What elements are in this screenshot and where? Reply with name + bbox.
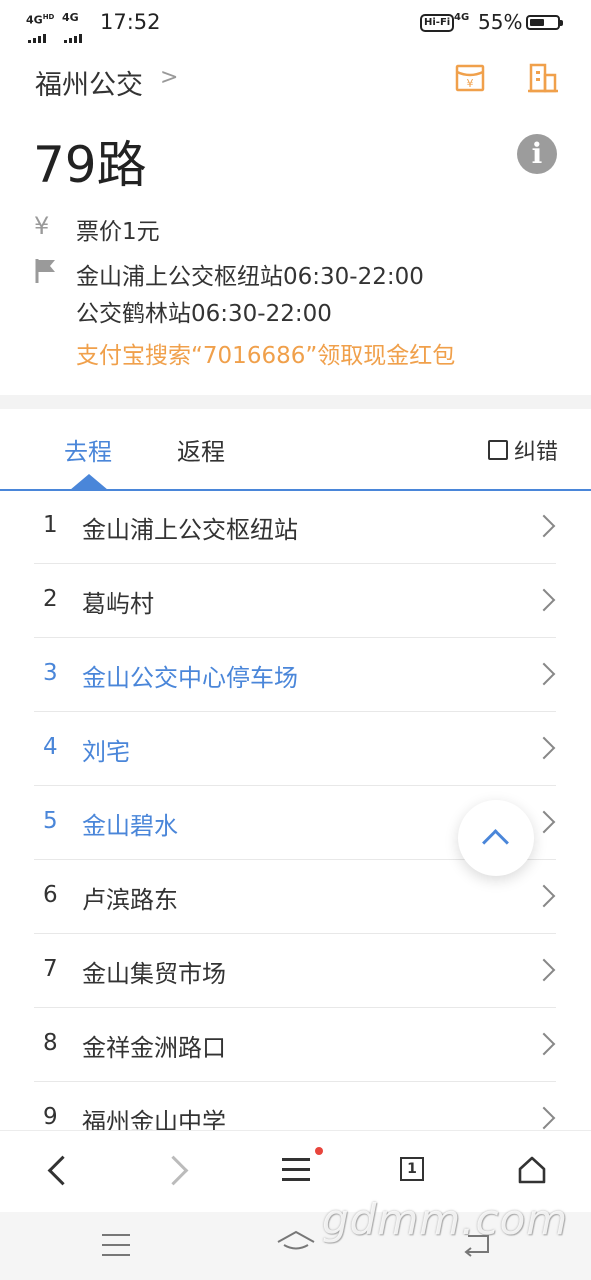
edit-icon (488, 440, 508, 460)
chevron-right-icon (532, 736, 556, 760)
flag-icon (35, 258, 57, 288)
tab-active-caret (70, 474, 108, 490)
chevron-right-icon (532, 1032, 556, 1056)
chevron-up-icon (482, 829, 509, 856)
notification-dot (315, 1147, 323, 1155)
chevron-right-icon (532, 958, 556, 982)
signal-2-bars-icon (64, 24, 84, 43)
signal-2-label: 4G (62, 11, 79, 24)
scroll-to-top-button[interactable] (458, 800, 534, 876)
stop-row[interactable]: 7 金山集贸市场 (34, 934, 556, 1008)
svg-text:¥: ¥ (467, 77, 474, 90)
stop-name: 金山公交中心停车场 (82, 664, 298, 692)
battery-icon (526, 15, 563, 30)
stop-row[interactable]: 3 金山公交中心停车场 (34, 638, 556, 712)
stop-row[interactable]: 4 刘宅 (34, 712, 556, 786)
stop-name: 金山集贸市场 (82, 960, 226, 988)
chevron-right-icon (532, 588, 556, 612)
stop-row[interactable]: 2 葛屿村 (34, 564, 556, 638)
stop-name: 葛屿村 (82, 590, 154, 618)
stop-number: 8 (43, 1030, 58, 1056)
building-icon[interactable] (528, 62, 558, 98)
city-arrow-icon[interactable]: > (160, 65, 178, 90)
chevron-right-icon (532, 662, 556, 686)
stop-number: 2 (43, 586, 58, 612)
watermark: gdmm.com (322, 1195, 569, 1244)
terminal-2-schedule: 公交鹤林站06:30-22:00 (76, 301, 332, 327)
stop-number: 5 (43, 808, 58, 834)
stop-number: 9 (43, 1104, 58, 1130)
stop-row[interactable]: 8 金祥金洲路口 (34, 1008, 556, 1082)
info-icon[interactable]: i (517, 134, 557, 174)
tab-return[interactable]: 返程 (177, 432, 225, 467)
section-divider (0, 395, 591, 409)
chevron-right-icon (532, 1106, 556, 1130)
tabs-button[interactable]: 1 (400, 1157, 424, 1181)
battery-fill (530, 19, 544, 26)
stop-number: 4 (43, 734, 58, 760)
chevron-right-icon (532, 810, 556, 834)
stop-name: 金祥金洲路口 (82, 1034, 226, 1062)
recent-apps-button[interactable] (102, 1234, 130, 1264)
stop-number: 6 (43, 882, 58, 908)
report-error-button[interactable]: 纠错 (488, 434, 558, 466)
hifi-badge: Hi-Fi (420, 14, 455, 32)
system-home-button[interactable] (276, 1228, 316, 1262)
tab-outbound[interactable]: 去程 (64, 432, 112, 467)
stop-name: 刘宅 (82, 738, 130, 766)
clock: 17:52 (100, 10, 161, 34)
city-selector[interactable]: 福州公交 (35, 63, 143, 102)
stop-number: 1 (43, 512, 58, 538)
home-button[interactable] (518, 1156, 546, 1188)
red-envelope-icon[interactable]: ¥ (454, 62, 486, 98)
stop-number: 7 (43, 956, 58, 982)
chevron-right-icon (532, 514, 556, 538)
stop-number: 3 (43, 660, 58, 686)
status-bar: 4GHD 4G 17:52 Hi-Fi 4G 55% (0, 0, 591, 46)
network-4g-icon: 4G (454, 12, 470, 23)
battery-percent: 55% (478, 10, 523, 34)
fare-text: 票价1元 (76, 219, 160, 245)
yuan-icon: ¥ (34, 212, 50, 240)
promo-link[interactable]: 支付宝搜索“7016686”领取现金红包 (76, 336, 455, 370)
signal-1-bars-icon (28, 24, 48, 43)
stop-name: 金山浦上公交枢纽站 (82, 516, 298, 544)
stop-name: 卢滨路东 (82, 886, 178, 914)
chevron-right-icon (532, 884, 556, 908)
menu-button[interactable] (282, 1158, 310, 1188)
stop-name: 金山碧水 (82, 812, 178, 840)
route-title: 79路 (33, 136, 147, 194)
stop-row[interactable]: 1 金山浦上公交枢纽站 (34, 490, 556, 564)
terminal-1-schedule: 金山浦上公交枢纽站06:30-22:00 (76, 264, 424, 290)
